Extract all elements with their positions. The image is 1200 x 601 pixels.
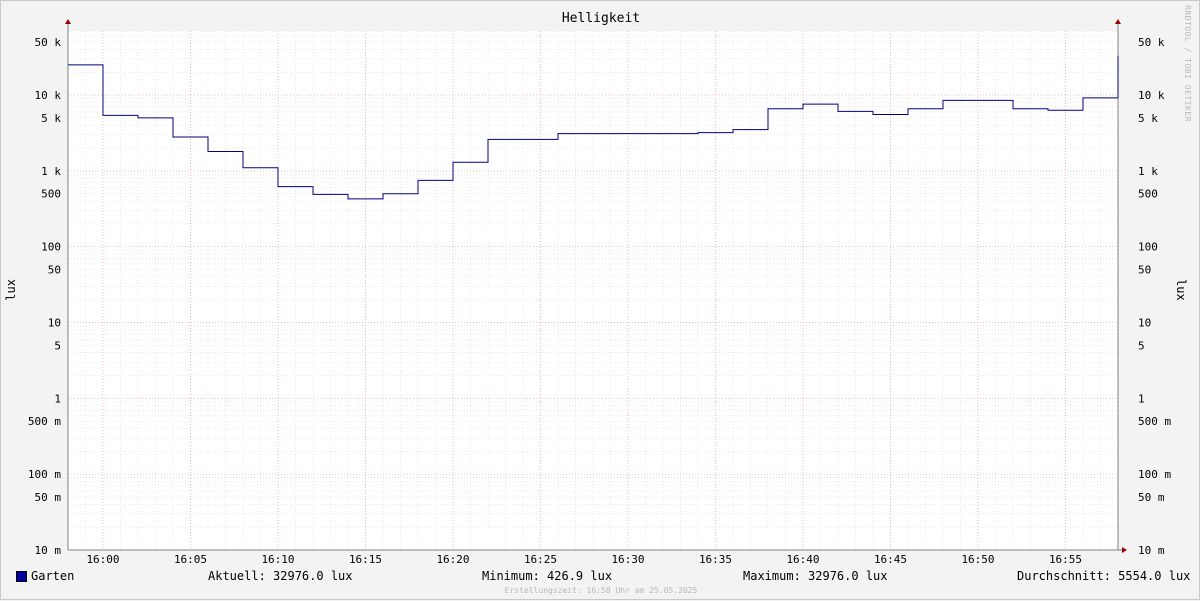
y-tick-label-left: 10 k — [35, 89, 62, 102]
y-tick-label-right: 500 — [1138, 188, 1158, 201]
y-tick-label-right: 10 m — [1138, 544, 1165, 557]
y-tick-label-right: 100 m — [1138, 468, 1171, 481]
y-tick-label-right: 1 — [1138, 392, 1145, 405]
x-tick-label: 16:55 — [1049, 553, 1082, 566]
y-tick-label-right: 1 k — [1138, 165, 1158, 178]
y-axis-arrow-right — [1115, 19, 1121, 24]
y-tick-label-right: 100 — [1138, 241, 1158, 254]
y-tick-label-right: 50 k — [1138, 36, 1165, 49]
x-tick-label: 16:25 — [524, 553, 557, 566]
y-tick-label-left: 100 m — [28, 468, 61, 481]
y-tick-label-left: 1 k — [41, 165, 61, 178]
y-tick-label-left: 50 m — [35, 491, 62, 504]
y-tick-label-left: 5 k — [41, 112, 61, 125]
y-tick-label-left: 500 m — [28, 415, 61, 428]
y-tick-label-left: 10 m — [35, 544, 62, 557]
creation-timestamp: Erstellungszeit: 16:58 Uhr am 25.05.2025 — [504, 586, 698, 595]
y-tick-label-right: 5 — [1138, 339, 1145, 352]
y-tick-label-left: 5 — [54, 339, 61, 352]
graph-frame: Helligkeit RRDTOOL / TOBI OETIKER lux lu… — [0, 0, 1200, 600]
y-tick-label-left: 10 — [48, 317, 61, 330]
y-tick-label-right: 500 m — [1138, 415, 1171, 428]
x-tick-label: 16:30 — [611, 553, 644, 566]
x-tick-label: 16:40 — [786, 553, 819, 566]
y-tick-label-right: 50 m — [1138, 491, 1165, 504]
y-tick-label-left: 500 — [41, 188, 61, 201]
x-tick-label: 16:50 — [961, 553, 994, 566]
y-axis-arrow-left — [65, 19, 71, 24]
y-tick-label-right: 10 k — [1138, 89, 1165, 102]
x-tick-label: 16:05 — [174, 553, 207, 566]
y-tick-label-right: 50 — [1138, 264, 1151, 277]
legend-maximum: Maximum: 32976.0 lux — [743, 569, 888, 583]
x-tick-label: 16:45 — [874, 553, 907, 566]
legend-series-name: Garten — [31, 569, 75, 583]
grid-layer — [67, 30, 1119, 551]
x-tick-label: 16:20 — [436, 553, 469, 566]
x-tick-label: 16:10 — [261, 553, 294, 566]
x-tick-label: 16:15 — [349, 553, 382, 566]
x-tick-label: 16:35 — [699, 553, 732, 566]
y-tick-label-right: 5 k — [1138, 112, 1158, 125]
y-tick-label-left: 50 — [48, 264, 61, 277]
legend-swatch — [16, 571, 27, 582]
x-tick-label: 16:00 — [86, 553, 119, 566]
x-axis-arrow — [1122, 547, 1127, 553]
legend-minimum: Minimum: 426.9 lux — [482, 569, 613, 583]
legend-current: Aktuell: 32976.0 lux — [208, 569, 353, 583]
y-tick-label-left: 50 k — [35, 36, 62, 49]
y-tick-label-left: 100 — [41, 241, 61, 254]
legend-average: Durchschnitt: 5554.0 lux — [1017, 569, 1191, 583]
y-tick-label-left: 1 — [54, 392, 61, 405]
y-tick-label-right: 10 — [1138, 317, 1151, 330]
chart-plot: 50 k 50 k 10 k 10 k 5 k 5 k 1 k 1 k 500 500 100 100… — [28, 19, 1171, 566]
